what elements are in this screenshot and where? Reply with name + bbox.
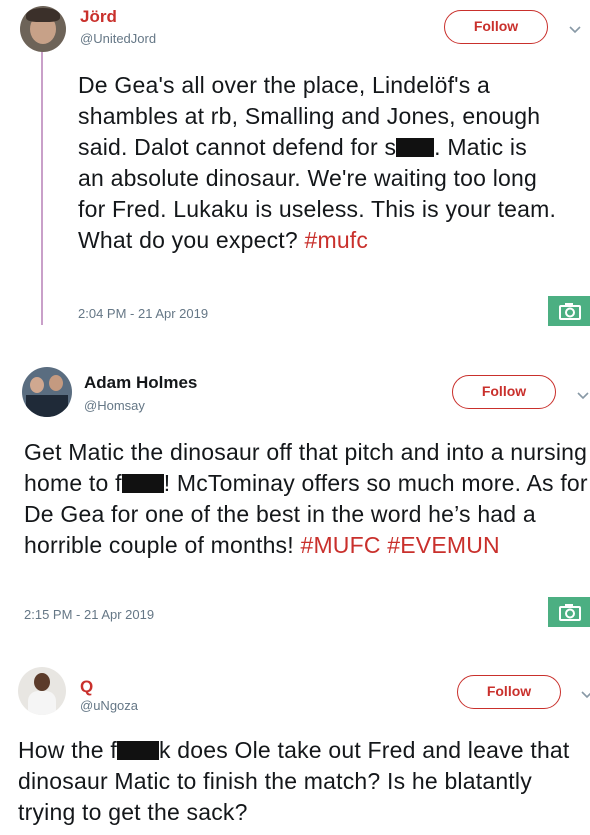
author-handle[interactable]: @Homsay: [84, 398, 145, 413]
follow-button[interactable]: Follow: [444, 10, 548, 44]
camera-icon: [559, 604, 581, 621]
author-name[interactable]: Adam Holmes: [84, 373, 197, 393]
redaction-bar: [121, 474, 164, 493]
hashtag-link[interactable]: #mufc: [304, 227, 368, 253]
author-handle[interactable]: @uNgoza: [80, 698, 138, 713]
tweet-text-part: How the f: [18, 737, 117, 763]
avatar[interactable]: [22, 367, 72, 417]
thread-line: [41, 50, 43, 325]
hashtag-link[interactable]: #MUFC #EVEMUN: [300, 532, 499, 558]
follow-button[interactable]: Follow: [457, 675, 561, 709]
timestamp[interactable]: 2:15 PM - 21 Apr 2019: [24, 607, 154, 622]
tweet-text: Get Matic the dinosaur off that pitch an…: [24, 437, 590, 561]
tweet-3: Q @uNgoza Follow How the fk does Ole tak…: [0, 655, 590, 835]
camera-badge: [548, 296, 590, 326]
author-handle[interactable]: @UnitedJord: [80, 31, 156, 46]
timestamp[interactable]: 2:04 PM - 21 Apr 2019: [78, 306, 208, 321]
chevron-down-icon[interactable]: [580, 687, 590, 703]
follow-button[interactable]: Follow: [452, 375, 556, 409]
chevron-down-icon[interactable]: [568, 22, 584, 38]
tweet-2: Adam Holmes @Homsay Follow Get Matic the…: [0, 355, 590, 635]
redaction-bar: [396, 138, 435, 157]
tweet-text: De Gea's all over the place, Lindelöf's …: [78, 70, 558, 256]
avatar[interactable]: [20, 6, 66, 52]
tweet-1: Jörd @UnitedJord Follow De Gea's all ove…: [0, 0, 590, 335]
author-name[interactable]: Jörd: [80, 7, 117, 27]
avatar[interactable]: [18, 667, 66, 715]
camera-icon: [559, 303, 581, 320]
author-name[interactable]: Q: [80, 677, 93, 697]
chevron-down-icon[interactable]: [576, 388, 590, 404]
tweet-text: How the fk does Ole take out Fred and le…: [18, 735, 590, 828]
redaction-bar: [116, 741, 159, 760]
camera-badge: [548, 597, 590, 627]
